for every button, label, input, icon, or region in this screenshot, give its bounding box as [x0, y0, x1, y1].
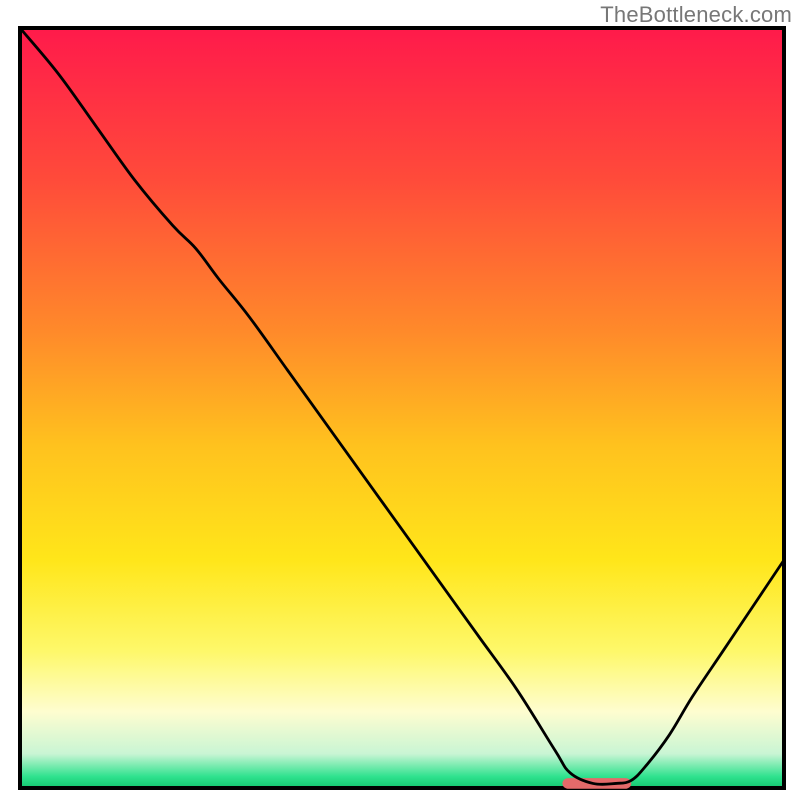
chart-stage: TheBottleneck.com — [0, 0, 800, 800]
watermark-text: TheBottleneck.com — [600, 2, 792, 28]
chart-svg — [0, 0, 800, 800]
plot-background — [20, 28, 784, 788]
